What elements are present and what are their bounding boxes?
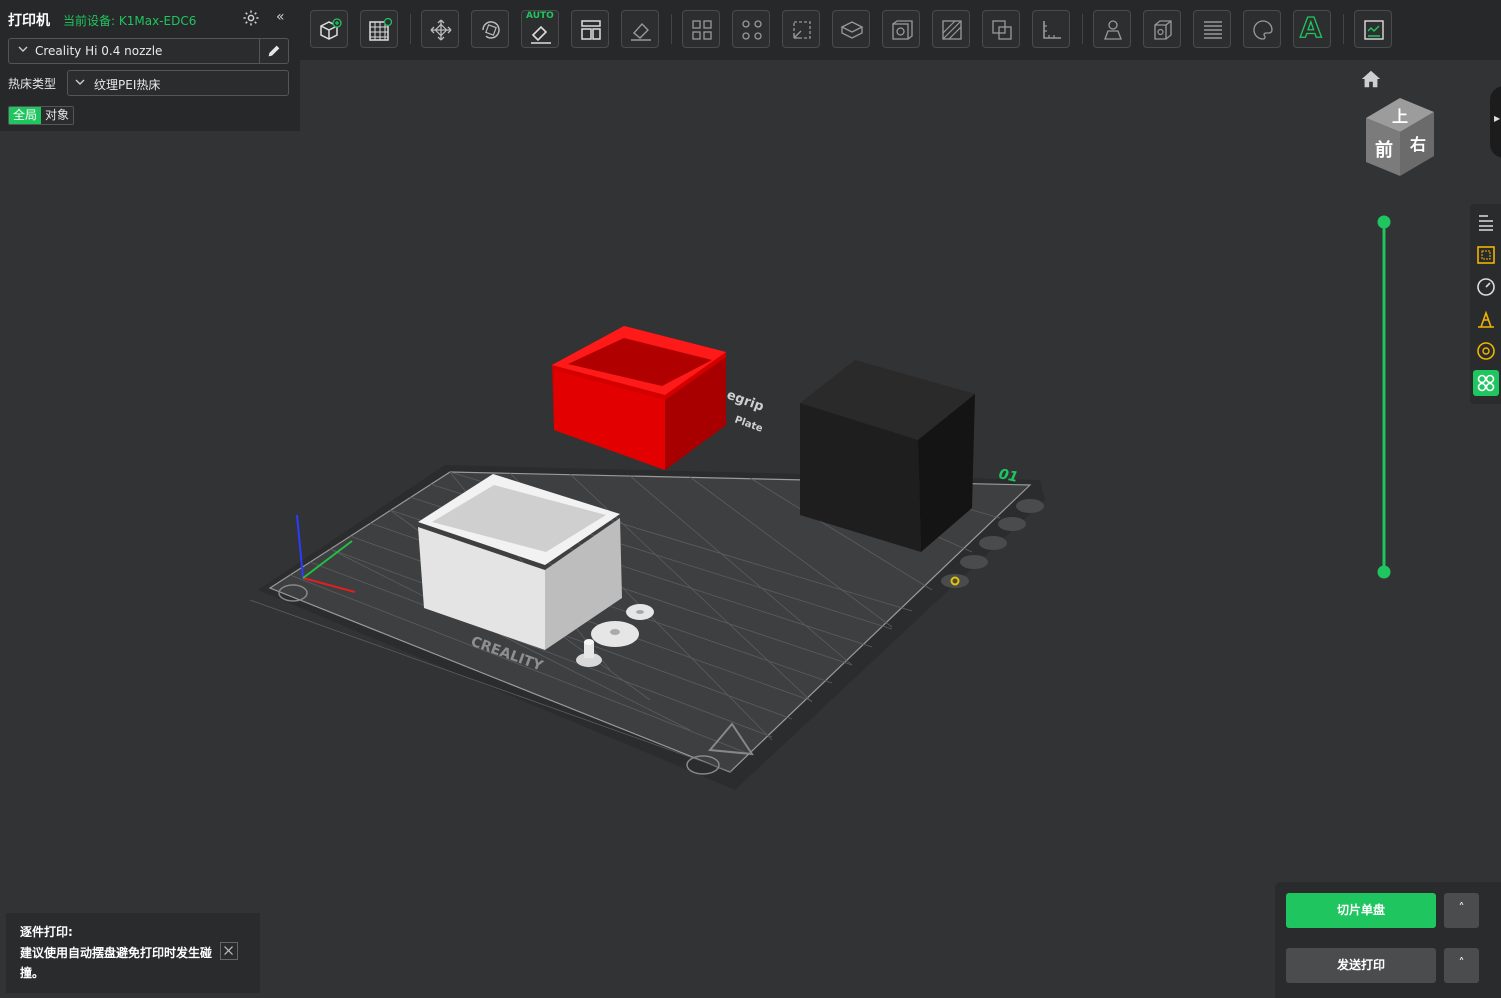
toolbar-separator — [671, 14, 672, 44]
plate-label-2: Plate — [733, 414, 764, 434]
close-icon — [224, 946, 233, 955]
add-object-button[interactable] — [310, 10, 348, 48]
slice-action-panel: 切片单盘 ˄ 发送打印 ˄ — [1275, 882, 1501, 998]
tab-speed[interactable] — [1473, 274, 1499, 300]
toolbar-separator — [1082, 14, 1083, 44]
orient-plate-icon[interactable] — [979, 536, 1007, 550]
printer-header: 打印机 当前设备: K1Max-EDC6 « — [8, 9, 292, 29]
layer-icon — [1204, 21, 1222, 39]
tab-support[interactable] — [1473, 306, 1499, 332]
printer-title: 打印机 — [8, 13, 50, 29]
support-icon — [1478, 310, 1494, 328]
home-view-icon[interactable] — [1360, 68, 1382, 90]
support-paint-button[interactable] — [932, 10, 970, 48]
plate-label-1: egrip — [725, 388, 766, 415]
slider-top-handle[interactable] — [1377, 215, 1391, 229]
scale-icon — [793, 21, 811, 39]
chevron-right-icon: ▶ — [1494, 114, 1501, 123]
boolean-icon — [992, 20, 1012, 40]
split-parts-button[interactable] — [732, 10, 770, 48]
chevron-down-icon — [18, 46, 28, 52]
lay-flat-icon — [631, 22, 651, 41]
tab-quality[interactable] — [1473, 210, 1499, 236]
slice-options-button[interactable]: ˄ — [1444, 893, 1479, 928]
auto-orient-button[interactable]: AUTO — [521, 10, 559, 48]
scale-button[interactable] — [782, 10, 820, 48]
slice-plate-button[interactable]: 切片单盘 — [1286, 893, 1436, 928]
move-button[interactable] — [421, 10, 459, 48]
tab-others[interactable] — [1473, 370, 1499, 396]
infill-icon — [1477, 246, 1495, 264]
current-device[interactable]: 当前设备: K1Max-EDC6 — [63, 12, 196, 29]
auto-label: AUTO — [526, 11, 554, 21]
notice-message: 建议使用自动摆盘避免打印时发生碰撞。 — [20, 946, 213, 980]
layer-slider[interactable] — [1376, 214, 1392, 580]
add-object-icon — [320, 18, 342, 40]
auto-orient-icon — [531, 25, 551, 44]
plate-grid-icon — [369, 18, 392, 41]
cut-button[interactable] — [832, 10, 870, 48]
collapse-panel-button[interactable]: « — [276, 9, 285, 25]
plate-settings-icon[interactable] — [941, 574, 969, 588]
speedometer-icon — [1477, 278, 1495, 296]
tab-strength[interactable] — [1473, 242, 1499, 268]
lay-flat-button[interactable] — [621, 10, 659, 48]
red-box-model[interactable] — [552, 326, 726, 470]
arrange-icon — [581, 20, 601, 40]
toolbar-separator — [1343, 14, 1344, 44]
sequential-print-notice: 逐件打印: 建议使用自动摆盘避免打印时发生碰撞。 — [6, 913, 260, 993]
mesh-repair-button[interactable] — [1093, 10, 1131, 48]
text-tool-button[interactable]: A — [1293, 10, 1331, 48]
split-objects-icon — [692, 20, 712, 40]
pencil-icon — [268, 45, 280, 57]
others-icon — [1477, 374, 1495, 392]
move-icon — [430, 19, 452, 41]
rotate-button[interactable] — [471, 10, 509, 48]
color-paint-icon — [1253, 20, 1273, 40]
cube-top-label[interactable]: 上 — [1392, 107, 1408, 126]
cut-icon — [840, 21, 864, 39]
support-paint-icon — [942, 20, 962, 40]
notice-title: 逐件打印: — [20, 925, 73, 939]
layer-button[interactable] — [1193, 10, 1231, 48]
shell-icon — [892, 20, 913, 40]
hollow-button[interactable] — [1143, 10, 1181, 48]
cube-right-label[interactable]: 右 — [1410, 135, 1426, 154]
split-objects-button[interactable] — [682, 10, 720, 48]
view-cube[interactable]: 上 前 右 — [1360, 96, 1440, 178]
arrange-plate-icon[interactable] — [998, 517, 1026, 531]
hollow-icon — [1154, 20, 1172, 40]
measure-button[interactable] — [1032, 10, 1070, 48]
delete-plate-icon[interactable] — [1016, 499, 1044, 513]
assembly-view-icon — [1364, 20, 1384, 40]
measure-icon — [1043, 21, 1061, 39]
shell-button[interactable] — [882, 10, 920, 48]
layers-icon — [1479, 215, 1493, 231]
assembly-view-button[interactable] — [1354, 10, 1392, 48]
close-notice-button[interactable] — [220, 942, 238, 960]
toolbar-separator — [410, 14, 411, 44]
tab-filament[interactable] — [1473, 338, 1499, 364]
send-options-button[interactable]: ˄ — [1444, 948, 1479, 983]
send-print-button[interactable]: 发送打印 — [1286, 948, 1436, 983]
arrange-button[interactable] — [571, 10, 609, 48]
lock-plate-icon[interactable] — [960, 555, 988, 569]
boolean-button[interactable] — [982, 10, 1020, 48]
text-icon: A — [1299, 10, 1322, 44]
main-toolbar: AUTO A — [300, 0, 1501, 60]
color-paint-button[interactable] — [1243, 10, 1281, 48]
spool-icon — [1477, 342, 1495, 360]
3d-viewport[interactable]: 01 CREALITY egrip Plate — [0, 60, 1501, 998]
nozzle-value: Creality Hi 0.4 nozzle — [35, 44, 163, 58]
slider-bottom-handle[interactable] — [1377, 565, 1391, 579]
mesh-repair-icon — [1104, 20, 1122, 40]
cube-front-label[interactable]: 前 — [1375, 139, 1393, 161]
split-parts-icon — [742, 20, 762, 40]
add-plate-button[interactable] — [360, 10, 398, 48]
rotate-icon — [482, 21, 500, 39]
gear-icon[interactable] — [242, 9, 260, 27]
right-side-tabs — [1470, 204, 1501, 404]
expand-right-panel-button[interactable]: ▶ — [1490, 86, 1501, 158]
